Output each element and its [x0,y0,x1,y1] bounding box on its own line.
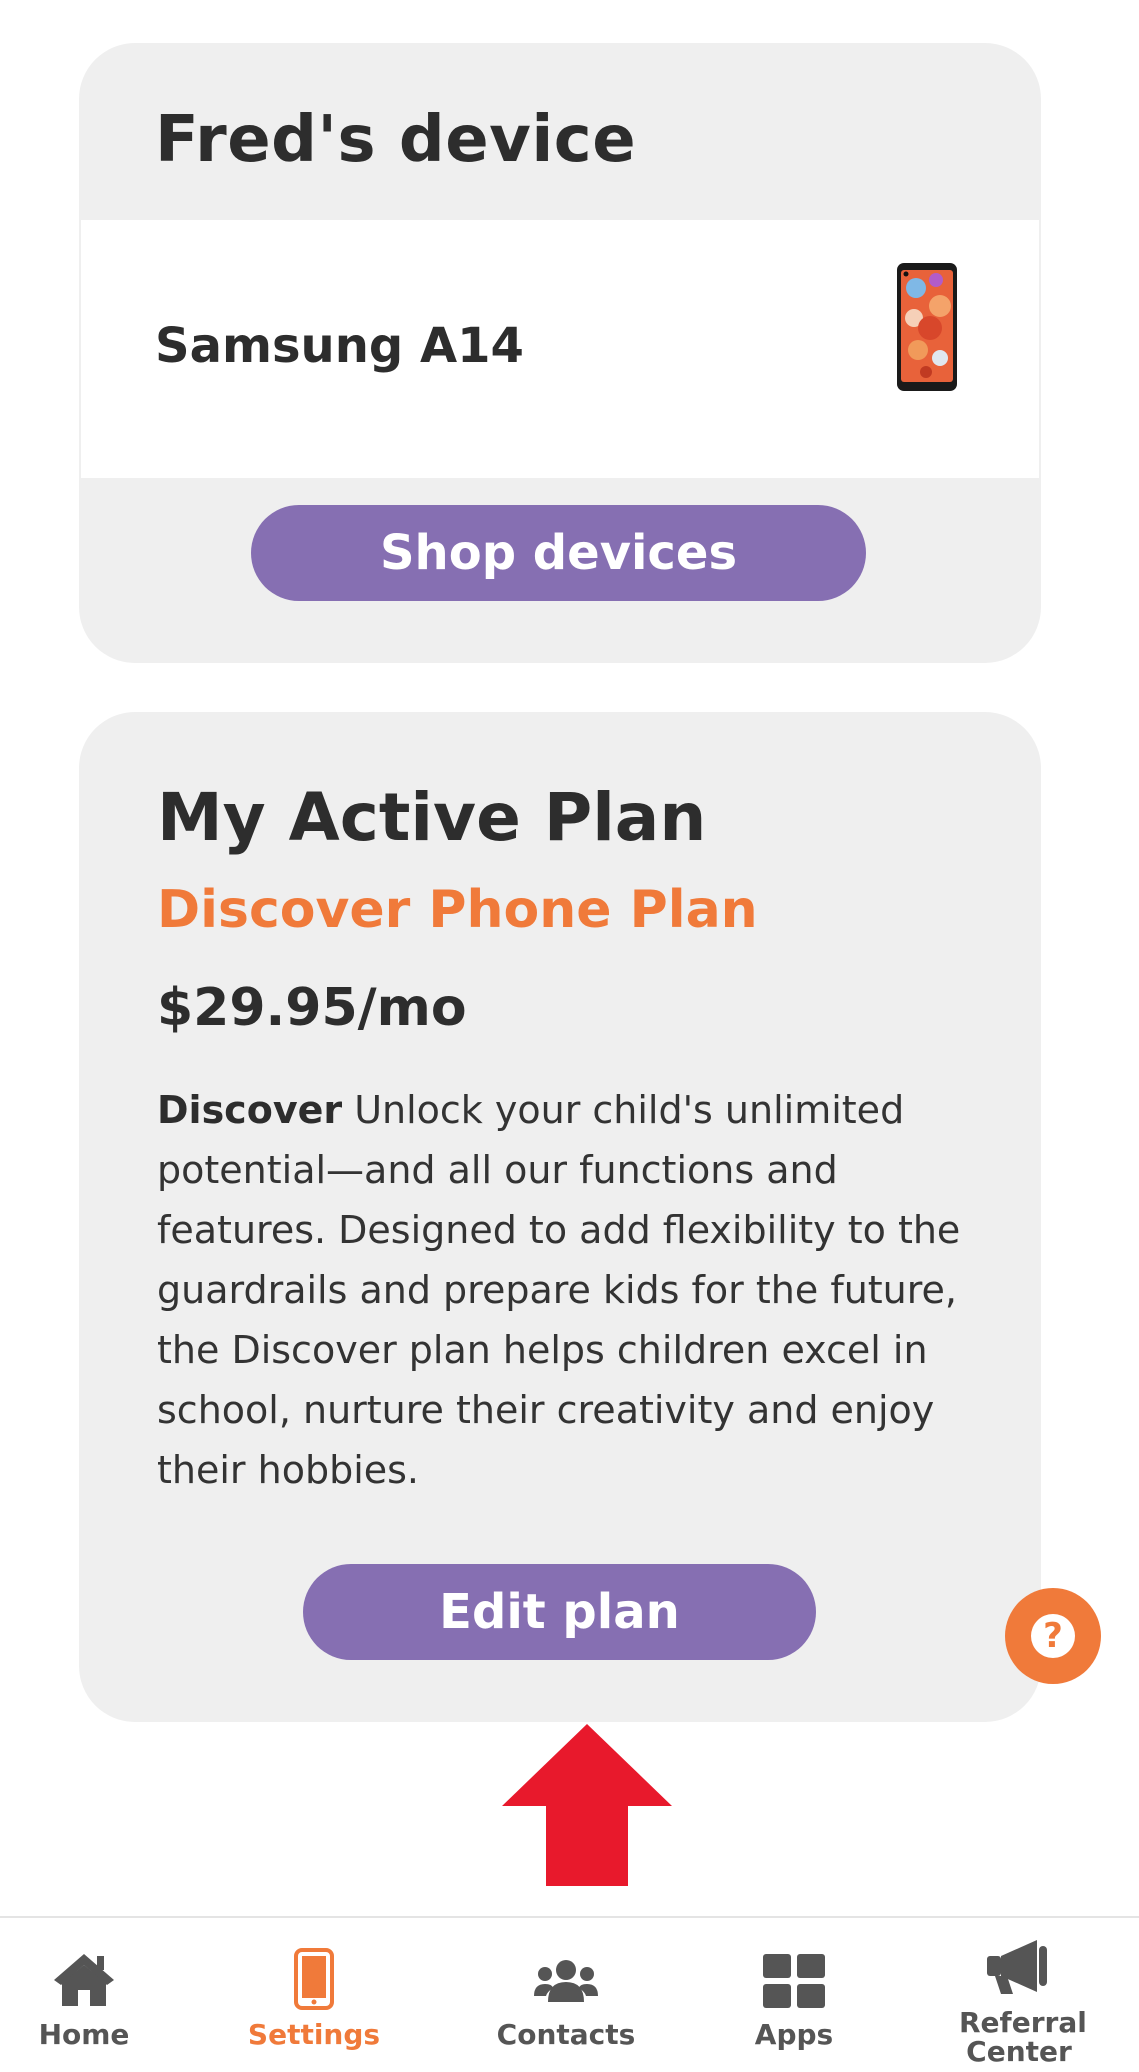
megaphone-icon [987,1940,1047,1994]
nav-label-home: Home [38,2018,130,2051]
shop-devices-button[interactable]: Shop devices [251,505,866,601]
bottom-nav: Home Settings Contacts Apps Referral Cen… [0,1916,1139,2072]
active-plan-card: My Active Plan Discover Phone Plan $29.9… [79,712,1041,1722]
nav-label-referral-center: Referral Center [959,2006,1087,2069]
help-button[interactable]: ? [1005,1588,1101,1684]
device-row[interactable]: Samsung A14 [81,220,1039,478]
device-card-title: Fred's device [155,103,637,177]
plan-name: Discover Phone Plan [157,880,758,940]
nav-item-home[interactable]: Home [0,1918,168,2072]
device-card: Fred's device Samsung A14 Shop devices [79,43,1041,663]
question-mark-icon: ? [1031,1614,1075,1658]
device-name: Samsung A14 [155,318,524,374]
plan-price: $29.95/mo [157,978,467,1038]
home-icon [54,1954,114,2006]
page: Fred's device Samsung A14 Shop devices M… [0,0,1139,2072]
nav-label-settings: Settings [247,2018,381,2051]
nav-item-referral-center[interactable]: Referral Center [940,1918,1098,2072]
grid-icon [763,1954,825,2008]
plan-description: Discover Unlock your child's unlimited p… [157,1080,977,1500]
nav-item-settings[interactable]: Settings [230,1918,398,2072]
nav-label-contacts: Contacts [496,2018,636,2051]
nav-item-contacts[interactable]: Contacts [486,1918,646,2072]
phone-icon [294,1948,334,2010]
phone-image-icon [897,263,957,391]
users-icon [534,1960,598,2002]
red-up-arrow-icon [502,1724,672,1886]
nav-label-apps: Apps [754,2018,834,2051]
plan-description-lead: Discover [157,1088,343,1132]
plan-description-text: Unlock your child's unlimited potential—… [157,1088,961,1492]
edit-plan-button[interactable]: Edit plan [303,1564,816,1660]
plan-card-heading: My Active Plan [157,779,707,856]
nav-item-apps[interactable]: Apps [716,1918,872,2072]
